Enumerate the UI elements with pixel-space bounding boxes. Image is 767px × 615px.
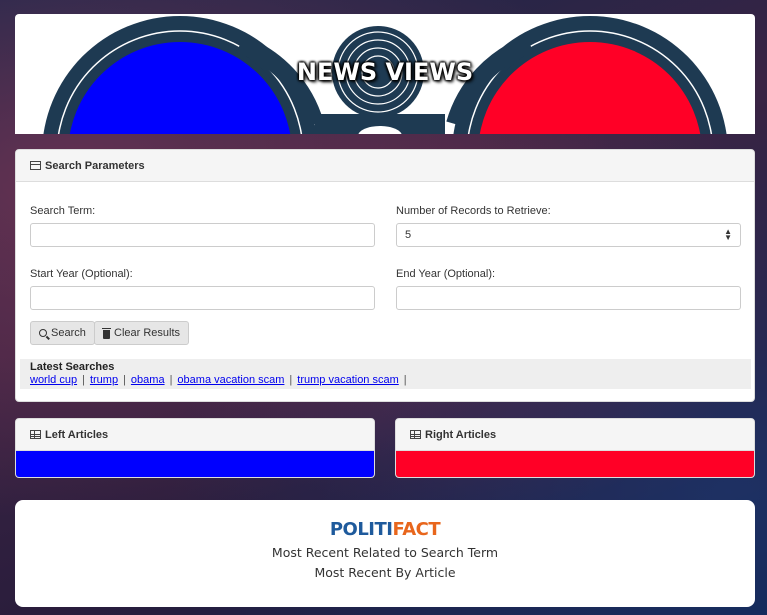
site-title: NEWS VIEWS	[296, 58, 474, 86]
records-select-value: 5	[405, 229, 412, 241]
related-to-search-term-link[interactable]: Most Recent Related to Search Term	[15, 545, 755, 560]
search-panel-heading: Search Parameters	[16, 150, 754, 182]
start-year-label: Start Year (Optional):	[30, 268, 133, 280]
search-button-label: Search	[51, 327, 86, 339]
politifact-logo: POLITIFACT	[329, 519, 441, 540]
by-article-link[interactable]: Most Recent By Article	[15, 565, 755, 580]
latest-search-link[interactable]: obama vacation scam	[177, 374, 284, 386]
search-panel-title: Search Parameters	[45, 159, 145, 172]
right-articles-panel: Right Articles	[395, 418, 755, 478]
search-parameters-panel: Search Parameters Search Term: Number of…	[15, 149, 755, 402]
end-year-label: End Year (Optional):	[396, 268, 496, 280]
left-articles-heading: Left Articles	[16, 419, 374, 451]
latest-searches: Latest Searches world cup | trump | obama | ob…	[20, 359, 751, 389]
latest-searches-title: Latest Searches	[30, 361, 115, 373]
latest-search-link[interactable]: trump vacation scam	[297, 374, 398, 386]
separator: |	[82, 374, 85, 386]
left-articles-bar	[16, 451, 374, 477]
select-caret-icon: ▲ ▼	[724, 227, 732, 242]
separator: |	[123, 374, 126, 386]
right-articles-title: Right Articles	[425, 428, 497, 441]
separator: |	[169, 374, 173, 386]
banner: NEWS VIEWS	[15, 14, 755, 134]
table-icon	[30, 430, 41, 439]
left-articles-panel: Left Articles	[15, 418, 375, 478]
right-articles-bar	[396, 451, 754, 477]
table-icon	[410, 430, 421, 439]
records-label: Number of Records to Retrieve:	[396, 205, 551, 217]
left-articles-title: Left Articles	[45, 428, 109, 441]
search-term-input[interactable]	[30, 223, 375, 247]
latest-search-link[interactable]: obama	[131, 374, 165, 386]
right-articles-heading: Right Articles	[396, 419, 754, 451]
clear-results-label: Clear Results	[114, 327, 181, 339]
clear-results-button[interactable]: Clear Results	[94, 321, 190, 345]
search-button[interactable]: Search	[30, 321, 95, 345]
search-icon	[39, 329, 47, 337]
end-year-input[interactable]	[396, 286, 741, 310]
search-term-label: Search Term:	[30, 205, 96, 217]
separator: |	[289, 374, 293, 386]
latest-search-link[interactable]: world cup	[30, 374, 77, 386]
latest-searches-list: world cup | trump | obama | obama vacation sca…	[30, 374, 741, 386]
politifact-panel: POLITIFACT Most Recent Related to Search…	[15, 500, 755, 607]
latest-search-link[interactable]: trump	[90, 374, 118, 386]
separator: |	[403, 374, 407, 386]
start-year-input[interactable]	[30, 286, 375, 310]
trash-icon	[102, 327, 111, 339]
card-icon	[30, 161, 41, 170]
records-select[interactable]: 5 ▲ ▼	[396, 223, 741, 247]
